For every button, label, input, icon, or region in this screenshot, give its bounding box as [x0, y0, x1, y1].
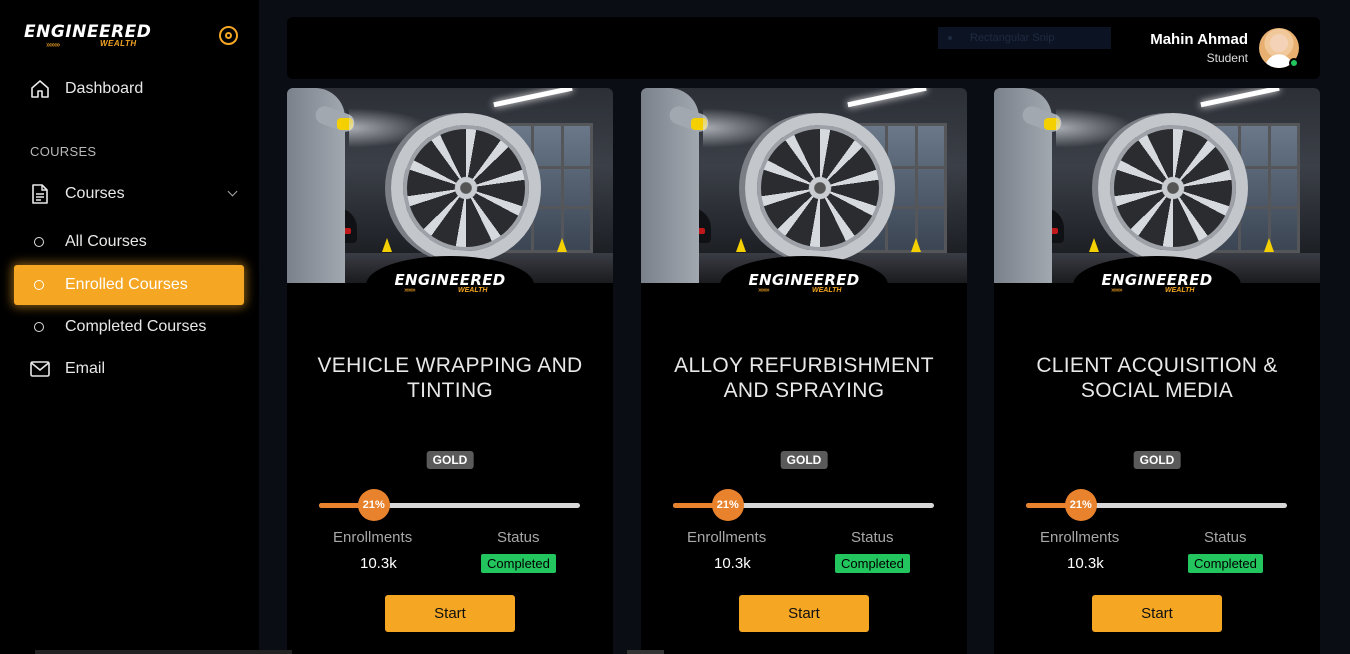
logo-sub: WEALTH: [458, 287, 488, 294]
status-label: Status: [497, 529, 540, 546]
status-badge: Completed: [481, 554, 556, 573]
status-badge: Completed: [1188, 554, 1263, 573]
ceiling-light: [847, 88, 927, 108]
scrollbar-thumb[interactable]: [627, 650, 664, 654]
online-status-indicator: [1289, 58, 1299, 68]
enrollments-label: Enrollments: [1040, 529, 1120, 546]
logo-chevrons: ››››››››: [404, 287, 416, 294]
sidebar-item-label: Dashboard: [65, 80, 144, 97]
sidebar-item-dashboard[interactable]: Dashboard: [14, 69, 244, 109]
circle-icon: [34, 280, 44, 290]
course-title: CLIENT ACQUISITION & SOCIAL MEDIA: [1036, 354, 1278, 402]
enrollments-value: 10.3k: [1067, 555, 1104, 572]
enrollments-label: Enrollments: [333, 529, 413, 546]
tier-badge: GOLD: [426, 451, 474, 469]
alloy-wheel: [745, 113, 895, 263]
enrollments-value: 10.3k: [714, 555, 751, 572]
cone-icon: [382, 238, 392, 252]
progress-track: 21%: [1026, 489, 1287, 521]
start-button[interactable]: Start: [739, 595, 869, 632]
home-icon: [29, 78, 51, 100]
sidebar-item-label: Enrolled Courses: [65, 276, 188, 293]
sidebar-item-label: Email: [65, 360, 106, 377]
cone-icon: [1089, 238, 1099, 252]
circle-icon: [34, 322, 44, 332]
enrollments-value: 10.3k: [360, 555, 397, 572]
logo-word: ENGINEERED: [1101, 271, 1213, 289]
document-icon: [29, 183, 51, 205]
horizontal-scrollbar[interactable]: [35, 650, 292, 654]
app-root: ENGINEERED ›››››››› WEALTH Dashboard COU…: [0, 0, 1350, 654]
logo-sub: WEALTH: [100, 39, 137, 48]
sidebar-item-email[interactable]: Email: [14, 349, 244, 389]
user-role: Student: [1206, 51, 1248, 65]
cone-icon: [736, 238, 746, 252]
logo-chevrons: ››››››››: [758, 287, 770, 294]
sidebar-item-completed-courses[interactable]: Completed Courses: [14, 307, 244, 347]
logo-word: ENGINEERED: [394, 271, 506, 289]
course-card[interactable]: ENGINEERED ›››››››› WEALTH ALLOY REFURBI…: [641, 88, 967, 654]
alloy-wheel: [391, 113, 541, 263]
tier-badge: GOLD: [1133, 451, 1181, 469]
sidebar: ENGINEERED ›››››››› WEALTH Dashboard COU…: [0, 0, 259, 654]
status-label: Status: [851, 529, 894, 546]
card-brand-logo: ENGINEERED ›››››››› WEALTH: [1073, 256, 1241, 314]
start-button[interactable]: Start: [385, 595, 515, 632]
circle-icon: [34, 237, 44, 247]
logo-chevrons: ››››››››: [1111, 287, 1123, 294]
progress-knob: 21%: [1064, 489, 1097, 521]
course-card[interactable]: ENGINEERED ›››››››› WEALTH CLIENT ACQUIS…: [994, 88, 1320, 654]
chevron-down-icon: [227, 186, 238, 197]
section-label-courses: COURSES: [30, 144, 97, 159]
sidebar-toggle-icon[interactable]: [219, 26, 238, 45]
sidebar-item-all-courses[interactable]: All Courses: [14, 222, 244, 262]
tier-badge: GOLD: [780, 451, 828, 469]
course-thumbnail[interactable]: [287, 88, 613, 283]
progress-track: 21%: [673, 489, 934, 521]
user-name[interactable]: Mahin Ahmad: [1150, 31, 1248, 48]
sidebar-item-label: Completed Courses: [65, 318, 207, 335]
course-thumbnail[interactable]: [641, 88, 967, 283]
sidebar-item-courses[interactable]: Courses: [14, 174, 244, 214]
logo-sub: WEALTH: [812, 287, 842, 294]
status-label: Status: [1204, 529, 1247, 546]
alloy-wheel: [1098, 113, 1248, 263]
status-badge: Completed: [835, 554, 910, 573]
course-title: VEHICLE WRAPPING AND TINTING: [317, 354, 583, 402]
ceiling-light: [493, 88, 573, 108]
sidebar-item-label: All Courses: [65, 233, 147, 250]
card-brand-logo: ENGINEERED ›››››››› WEALTH: [366, 256, 534, 314]
logo-word: ENGINEERED: [748, 271, 860, 289]
progress-knob: 21%: [357, 489, 390, 521]
course-card[interactable]: ENGINEERED ›››››››› WEALTH VEHICLE WRAPP…: [287, 88, 613, 654]
progress-knob: 21%: [711, 489, 744, 521]
brand-logo[interactable]: ENGINEERED ›››››››› WEALTH: [24, 22, 174, 52]
course-thumbnail[interactable]: [994, 88, 1320, 283]
enrollments-label: Enrollments: [687, 529, 767, 546]
top-header: Rectangular Snip Mahin Ahmad Student: [287, 17, 1320, 79]
ceiling-light: [1200, 88, 1280, 108]
mail-icon: [29, 358, 51, 380]
course-title: ALLOY REFURBISHMENT AND SPRAYING: [674, 354, 934, 402]
progress-track: 21%: [319, 489, 580, 521]
sidebar-item-label: Courses: [65, 185, 125, 202]
start-button[interactable]: Start: [1092, 595, 1222, 632]
card-brand-logo: ENGINEERED ›››››››› WEALTH: [720, 256, 888, 314]
logo-sub: WEALTH: [1165, 287, 1195, 294]
sidebar-item-enrolled-courses[interactable]: Enrolled Courses: [14, 265, 244, 305]
logo-chevrons: ››››››››: [46, 40, 60, 49]
rectangular-snip-overlay: Rectangular Snip: [938, 27, 1111, 49]
